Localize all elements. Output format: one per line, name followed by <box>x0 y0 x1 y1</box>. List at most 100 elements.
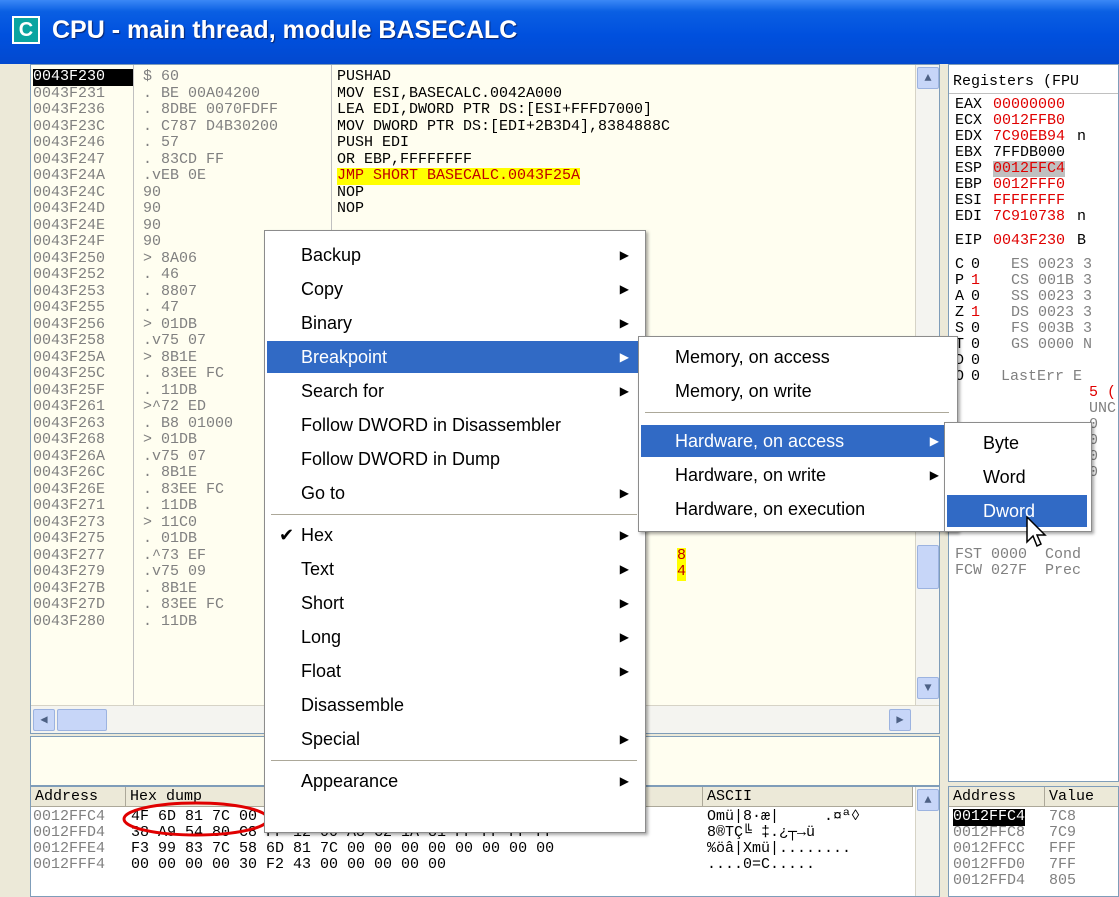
disasm-hex-bytes[interactable]: . 57 <box>143 134 363 152</box>
disasm-address[interactable]: 0043F275 <box>33 530 133 548</box>
disasm-hex-bytes[interactable]: 90 <box>143 184 363 202</box>
disasm-instruction[interactable]: LEA EDI,DWORD PTR DS:[ESI+FFFD7000] <box>337 101 897 119</box>
scroll-up-icon[interactable]: ▲ <box>917 789 939 811</box>
disasm-address[interactable]: 0043F25F <box>33 382 133 400</box>
register-value[interactable]: 0012FFF0 <box>993 177 1065 193</box>
menu-item-text[interactable]: Text ▶ <box>267 553 643 585</box>
disasm-address[interactable]: 0043F255 <box>33 299 133 317</box>
disasm-instruction[interactable]: PUSHAD <box>337 68 897 86</box>
disasm-address[interactable]: 0043F258 <box>33 332 133 350</box>
dump-header-address[interactable]: Address <box>31 787 126 807</box>
disasm-address[interactable]: 0043F279 <box>33 563 133 581</box>
submenu-item-hardware-on-access[interactable]: Hardware, on access ▶ <box>641 425 953 457</box>
disasm-address[interactable]: 0043F231 <box>33 85 133 103</box>
register-value[interactable]: 0012FFC4 <box>993 161 1066 177</box>
disasm-address[interactable]: 0043F25C <box>33 365 133 383</box>
disasm-address[interactable]: 0043F24C <box>33 184 133 202</box>
disasm-address[interactable]: 0043F256 <box>33 316 133 334</box>
disasm-hex-bytes[interactable]: $ 60 <box>143 68 363 86</box>
eip-value[interactable]: 0043F230 <box>993 233 1065 249</box>
flag-value[interactable]: 1 <box>971 305 980 321</box>
disasm-address[interactable]: 0043F268 <box>33 431 133 449</box>
breakpoint-submenu[interactable]: Memory, on access Memory, on write Hardwar… <box>638 336 958 532</box>
disasm-address[interactable]: 0043F263 <box>33 415 133 433</box>
disasm-address[interactable]: 0043F253 <box>33 283 133 301</box>
disasm-instruction[interactable]: OR EBP,FFFFFFFF <box>337 151 897 169</box>
disasm-instruction[interactable]: MOV DWORD PTR DS:[EDI+2B3D4],8384888C <box>337 118 897 136</box>
menu-item-follow-dword-in-disassembler[interactable]: Follow DWORD in Disassembler <box>267 409 643 441</box>
disasm-hex-bytes[interactable]: . 83CD FF <box>143 151 363 169</box>
submenu-item-memory-on-write[interactable]: Memory, on write <box>641 375 953 407</box>
disasm-address[interactable]: 0043F24A <box>33 167 133 185</box>
disasm-address[interactable]: 0043F246 <box>33 134 133 152</box>
flag-value[interactable]: 0 <box>971 337 980 353</box>
disasm-instruction[interactable]: PUSH EDI <box>337 134 897 152</box>
dump-header-ascii[interactable]: ASCII <box>703 787 913 807</box>
menu-item-float[interactable]: Float ▶ <box>267 655 643 687</box>
menu-item-binary[interactable]: Binary ▶ <box>267 307 643 339</box>
disasm-address[interactable]: 0043F24E <box>33 217 133 235</box>
flag-value[interactable]: 0 <box>971 321 980 337</box>
disasm-address[interactable]: 0043F25A <box>33 349 133 367</box>
size-item-dword[interactable]: Dword <box>947 495 1087 527</box>
stack-header-value[interactable]: Value <box>1045 787 1118 807</box>
menu-item-backup[interactable]: Backup ▶ <box>267 239 643 271</box>
register-value[interactable]: FFFFFFFF <box>993 193 1065 209</box>
disasm-address[interactable]: 0043F250 <box>33 250 133 268</box>
disasm-address[interactable]: 0043F27B <box>33 580 133 598</box>
menu-item-follow-dword-in-dump[interactable]: Follow DWORD in Dump <box>267 443 643 475</box>
disasm-address[interactable]: 0043F280 <box>33 613 133 631</box>
dump-ascii[interactable]: ....0=C..... <box>707 856 815 874</box>
submenu-item-hardware-on-write[interactable]: Hardware, on write ▶ <box>641 459 953 491</box>
stack-pane[interactable]: Address Value 0012FFC4 7C8 0012FFC8 7C9 0012… <box>948 786 1119 897</box>
disasm-address[interactable]: 0043F230 <box>33 68 133 86</box>
disasm-address[interactable]: 0043F247 <box>33 151 133 169</box>
dump-address[interactable]: 0012FFF4 <box>33 856 105 874</box>
disasm-instruction[interactable]: MOV ESI,BASECALC.0042A000 <box>337 85 897 103</box>
stack-address[interactable]: 0012FFD4 <box>953 872 1025 890</box>
stack-value[interactable]: 805 <box>1049 872 1076 890</box>
submenu-item-hardware-on-execution[interactable]: Hardware, on execution <box>641 493 953 525</box>
flag-value[interactable]: 1 <box>971 273 980 289</box>
menu-item-long[interactable]: Long ▶ <box>267 621 643 653</box>
disasm-hex-bytes[interactable]: . 8DBE 0070FDFF <box>143 101 363 119</box>
menu-item-copy[interactable]: Copy ▶ <box>267 273 643 305</box>
disasm-instruction[interactable]: JMP SHORT BASECALC.0043F25A <box>337 167 581 185</box>
disasm-address[interactable]: 0043F27D <box>33 596 133 614</box>
hardware-size-submenu[interactable]: Byte Word Dword <box>944 422 1092 532</box>
disasm-address[interactable]: 0043F252 <box>33 266 133 284</box>
disasm-address[interactable]: 0043F261 <box>33 398 133 416</box>
menu-item-breakpoint[interactable]: Breakpoint ▶ <box>267 341 643 373</box>
register-value[interactable]: 7C90EB94 <box>993 129 1065 145</box>
size-item-word[interactable]: Word <box>947 461 1087 493</box>
context-menu[interactable]: Backup ▶ Copy ▶ Binary ▶ Breakpoint ▶ Search for… <box>264 230 646 833</box>
disasm-address[interactable]: 0043F273 <box>33 514 133 532</box>
menu-item-search-for[interactable]: Search for ▶ <box>267 375 643 407</box>
menu-item-appearance[interactable]: Appearance ▶ <box>267 765 643 797</box>
disasm-address[interactable]: 0043F271 <box>33 497 133 515</box>
size-item-byte[interactable]: Byte <box>947 427 1087 459</box>
disasm-address[interactable]: 0043F24D <box>33 200 133 218</box>
menu-item-hex[interactable]: ✔ Hex ▶ <box>267 519 643 551</box>
h-scroll-thumb[interactable] <box>57 709 107 731</box>
register-value[interactable]: 7FFDB000 <box>993 145 1065 161</box>
disasm-address[interactable]: 0043F26C <box>33 464 133 482</box>
scroll-up-icon[interactable]: ▲ <box>917 67 939 89</box>
disasm-hex-bytes[interactable]: 90 <box>143 200 363 218</box>
disasm-instruction[interactable]: NOP <box>337 184 897 202</box>
disasm-instruction[interactable]: NOP <box>337 200 897 218</box>
register-value[interactable]: 00000000 <box>993 97 1065 113</box>
register-value[interactable]: 7C910738 <box>993 209 1065 225</box>
menu-item-disassemble[interactable]: Disassemble <box>267 689 643 721</box>
menu-item-go-to[interactable]: Go to ▶ <box>267 477 643 509</box>
dump-hex-bytes[interactable]: 00 00 00 00 30 F2 43 00 00 00 00 00 <box>131 856 446 874</box>
disasm-address[interactable]: 0043F26A <box>33 448 133 466</box>
menu-item-short[interactable]: Short ▶ <box>267 587 643 619</box>
disasm-address[interactable]: 0043F236 <box>33 101 133 119</box>
title-bar[interactable]: C CPU - main thread, module BASECALC <box>0 0 1119 64</box>
flag-value[interactable]: 0 <box>971 289 980 305</box>
dump-vertical-scrollbar[interactable]: ▲ <box>915 787 939 896</box>
submenu-item-memory-on-access[interactable]: Memory, on access <box>641 341 953 373</box>
scroll-left-icon[interactable]: ◀ <box>33 709 55 731</box>
disasm-hex-bytes[interactable]: . BE 00A04200 <box>143 85 363 103</box>
